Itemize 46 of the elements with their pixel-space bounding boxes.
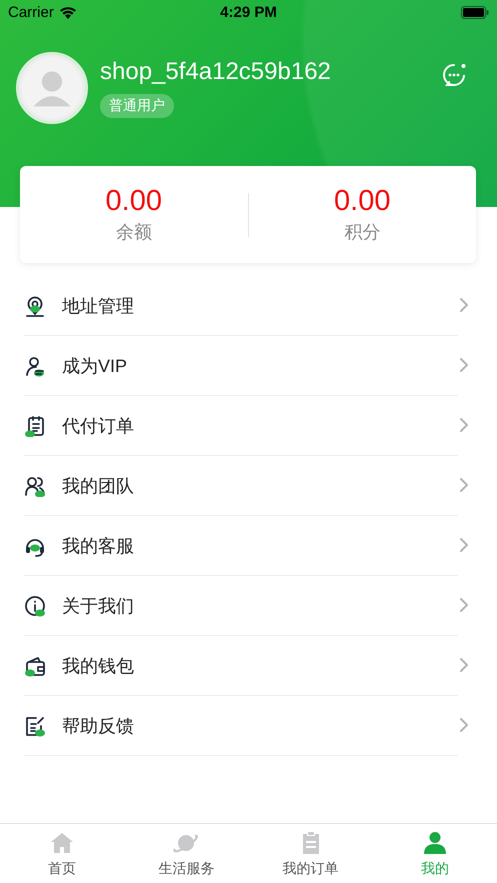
battery-icon bbox=[461, 6, 489, 19]
username: shop_5f4a12c59b162 bbox=[100, 58, 332, 86]
about-icon bbox=[24, 594, 46, 616]
wallet-icon bbox=[24, 654, 46, 676]
carrier-label: Carrier bbox=[8, 4, 54, 21]
user-role-tag: 普通用户 bbox=[100, 94, 174, 118]
menu-item[interactable]: 我的客服 bbox=[24, 516, 458, 576]
tab-item[interactable]: 生活服务 bbox=[124, 824, 248, 883]
menu-label: 帮助反馈 bbox=[62, 714, 135, 738]
menu-label: 我的客服 bbox=[62, 534, 135, 558]
chevron-icon bbox=[460, 298, 468, 312]
stat-label: 余额 bbox=[116, 221, 152, 244]
chevron-icon bbox=[460, 478, 468, 492]
stat-value: 0.00 bbox=[334, 185, 390, 218]
chevron-icon bbox=[460, 658, 468, 672]
menu-label: 代付订单 bbox=[62, 414, 135, 438]
menu-label: 地址管理 bbox=[62, 294, 135, 318]
chevron-icon bbox=[460, 358, 468, 372]
location-icon bbox=[24, 294, 46, 316]
menu-label: 成为VIP bbox=[62, 354, 128, 378]
stat-value: 0.00 bbox=[106, 185, 162, 218]
wifi-icon bbox=[58, 6, 77, 19]
team-icon bbox=[24, 474, 46, 496]
menu-item[interactable]: 帮助反馈 bbox=[24, 696, 458, 756]
vip-icon bbox=[24, 354, 46, 376]
chevron-icon bbox=[460, 538, 468, 552]
chevron-icon bbox=[460, 598, 468, 612]
menu-item[interactable]: 地址管理 bbox=[24, 276, 458, 336]
clock-time: 4:29 PM bbox=[219, 4, 278, 21]
menu-item[interactable]: 关于我们 bbox=[24, 576, 458, 636]
order-icon bbox=[24, 414, 46, 436]
menu-item[interactable]: 成为VIP bbox=[24, 336, 458, 396]
stat-label: 积分 bbox=[344, 221, 380, 244]
menu-item[interactable]: 我的团队 bbox=[24, 456, 458, 516]
chevron-icon bbox=[460, 718, 468, 732]
tab-item[interactable]: 我的订单 bbox=[248, 824, 373, 883]
menu-label: 关于我们 bbox=[62, 594, 135, 618]
chat-icon[interactable] bbox=[441, 62, 467, 88]
menu-item[interactable]: 代付订单 bbox=[24, 396, 458, 456]
menu-label: 我的钱包 bbox=[62, 654, 135, 678]
feedback-icon bbox=[24, 714, 46, 736]
menu-item[interactable]: 我的钱包 bbox=[24, 636, 458, 696]
chevron-icon bbox=[460, 418, 468, 432]
person-icon bbox=[422, 830, 448, 856]
tab-item[interactable]: 首页 bbox=[0, 824, 124, 883]
menu-label: 我的团队 bbox=[62, 474, 135, 498]
